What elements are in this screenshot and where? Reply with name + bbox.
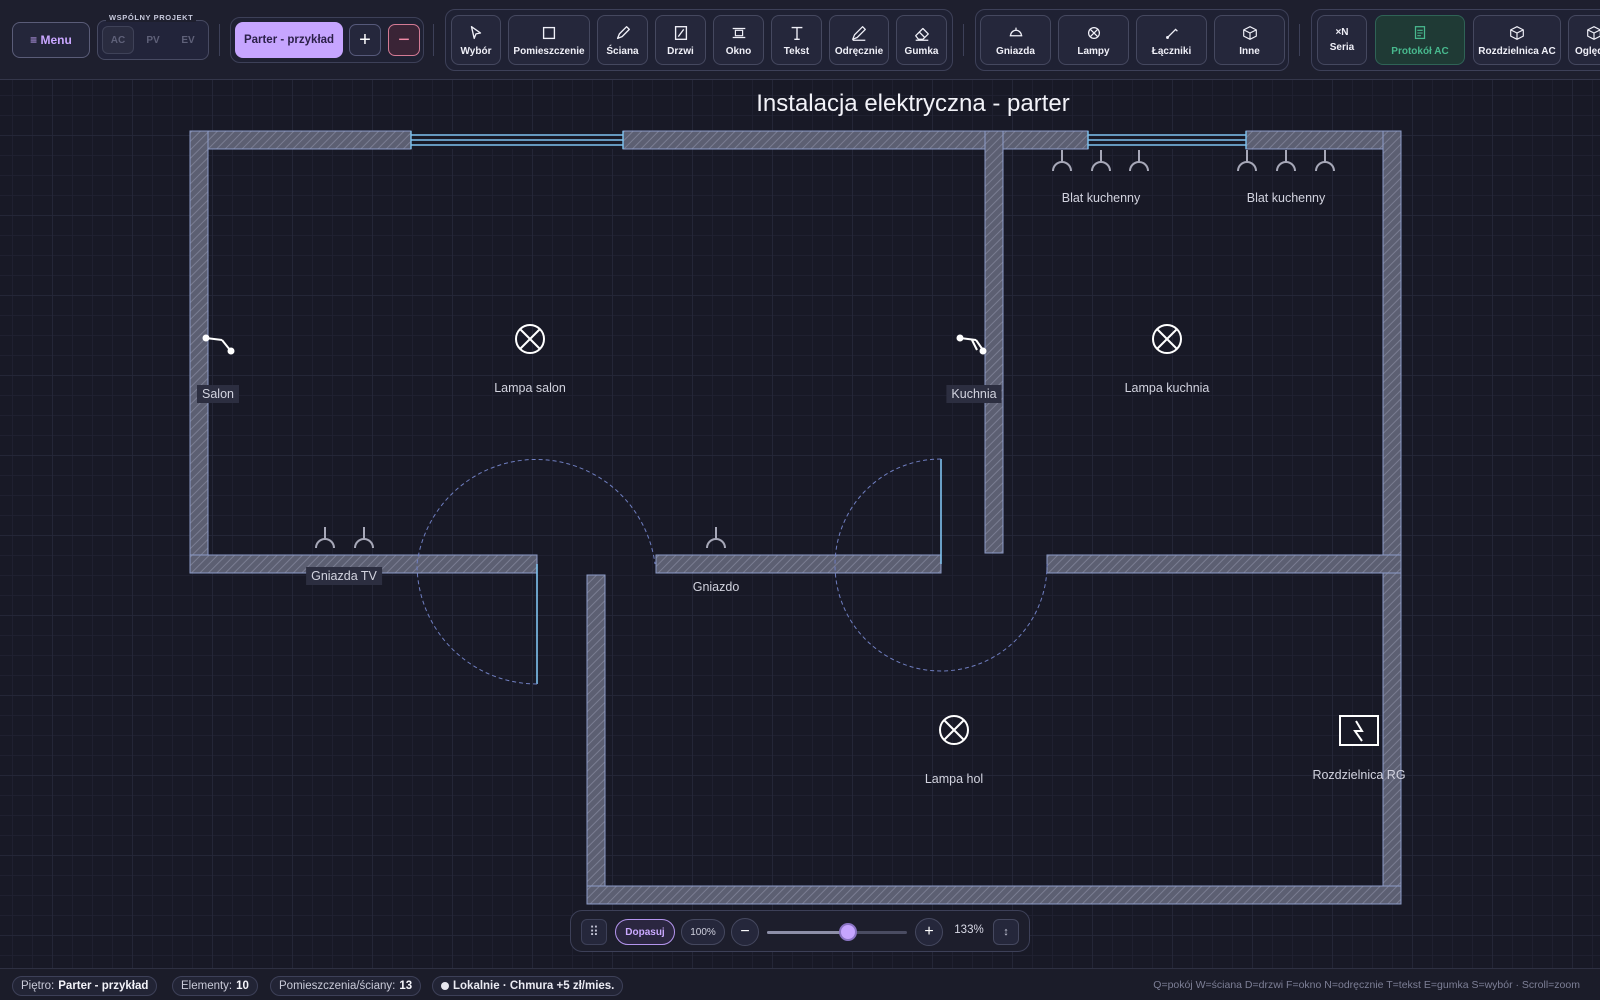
socket-label: Blat kuchenny: [1061, 191, 1141, 205]
status-bar: Piętro: Parter - przykład Elementy: 10 P…: [0, 968, 1600, 1000]
storage-status-chip[interactable]: Lokalnie · Chmura +5 zł/mies.: [432, 976, 624, 996]
socket-label: Blat kuchenny: [1246, 191, 1326, 205]
zoom-reset-button[interactable]: 100%: [681, 919, 725, 945]
rooms-status-chip: Pomieszczenia/ściany: 13: [270, 976, 422, 996]
room-label-kuchnia[interactable]: Kuchnia: [946, 385, 1002, 403]
socket-icon[interactable]: [1276, 150, 1296, 172]
distribution-board-label: Rozdzielnica RG: [1312, 768, 1406, 782]
socket-icon[interactable]: [315, 527, 335, 549]
wall[interactable]: [586, 885, 1402, 905]
socket-icon[interactable]: [1237, 150, 1257, 172]
wall[interactable]: [993, 130, 1089, 150]
zoom-slider-thumb[interactable]: [839, 923, 858, 941]
floor-status-chip: Piętro: Parter - przykład: [12, 976, 158, 996]
lamp-hol-icon[interactable]: [939, 715, 969, 745]
wall[interactable]: [1245, 130, 1402, 150]
status-label: Elementy:: [181, 980, 233, 992]
status-value: Parter - przykład: [58, 980, 149, 992]
drag-handle-icon[interactable]: ⠿: [581, 919, 607, 945]
storage-label: Lokalnie · Chmura +5 zł/mies.: [453, 980, 615, 992]
socket-icon[interactable]: [1315, 150, 1335, 172]
window[interactable]: [1087, 131, 1247, 149]
status-value: 13: [399, 980, 413, 992]
wall[interactable]: [586, 574, 606, 905]
distribution-board-icon[interactable]: [1339, 715, 1379, 746]
sockets[interactable]: [315, 150, 1335, 549]
wall[interactable]: [1382, 130, 1402, 905]
wall[interactable]: [622, 130, 995, 150]
vertical-arrows-icon[interactable]: ↕: [993, 919, 1019, 945]
window[interactable]: [410, 131, 624, 149]
status-value: 10: [236, 980, 249, 992]
room-label-salon[interactable]: Salon: [197, 385, 239, 403]
zoom-out-button[interactable]: −: [731, 918, 759, 946]
lamp-label: Lampa hol: [924, 772, 984, 786]
wall[interactable]: [189, 130, 412, 150]
status-dot-icon: [441, 982, 449, 990]
socket-icon[interactable]: [354, 527, 374, 549]
wall[interactable]: [984, 130, 1004, 554]
wall[interactable]: [189, 130, 209, 574]
lamp-label: Lampa salon: [494, 381, 566, 395]
floor-plan[interactable]: [0, 0, 1600, 968]
lamp-salon-icon[interactable]: [515, 324, 545, 354]
zoom-in-button[interactable]: +: [915, 918, 943, 946]
wall[interactable]: [655, 554, 942, 574]
wall[interactable]: [1046, 554, 1402, 574]
walls[interactable]: [189, 130, 1402, 905]
switch-kuchnia-icon[interactable]: [956, 334, 987, 355]
zoom-level: 133%: [954, 924, 984, 936]
elements-status-chip: Elementy: 10: [172, 976, 258, 996]
socket-label: Gniazdo: [692, 580, 740, 594]
status-label: Pomieszczenia/ściany:: [279, 980, 396, 992]
socket-icon[interactable]: [1091, 150, 1111, 172]
zoom-slider-fill: [767, 931, 849, 934]
socket-label: Gniazda TV: [306, 567, 382, 585]
keyboard-shortcuts-hint: Q=pokój W=ściana D=drzwi F=okno N=odręcz…: [1153, 979, 1580, 991]
status-label: Piętro:: [21, 980, 55, 992]
zoom-bar: ⠿ Dopasuj 100% − + 133% ↕: [570, 910, 1030, 952]
socket-icon[interactable]: [1129, 150, 1149, 172]
fit-button[interactable]: Dopasuj: [615, 919, 675, 945]
socket-icon[interactable]: [1052, 150, 1072, 172]
socket-icon[interactable]: [706, 527, 726, 549]
plan-title: Instalacja elektryczna - parter: [756, 90, 1070, 117]
lamp-kuchnia-icon[interactable]: [1152, 324, 1182, 354]
lamp-label: Lampa kuchnia: [1124, 381, 1210, 395]
